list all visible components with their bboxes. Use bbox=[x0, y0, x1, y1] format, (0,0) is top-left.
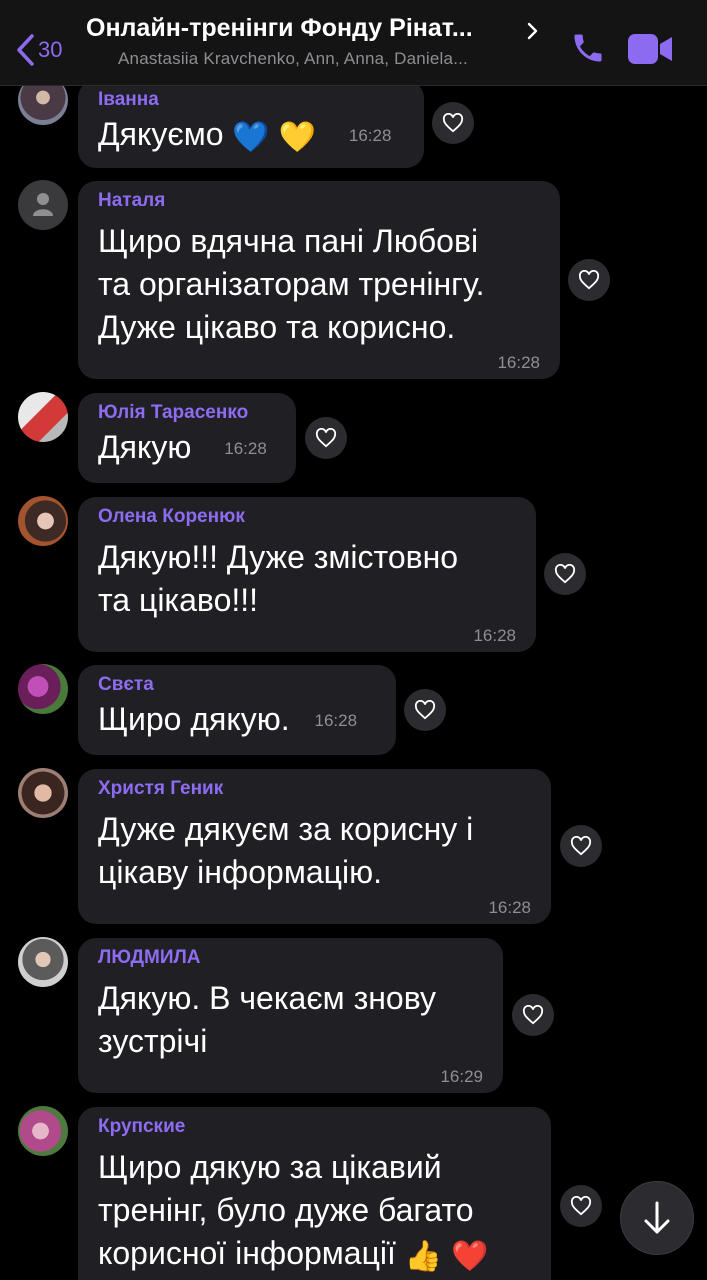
message-time: 16:28 bbox=[497, 353, 540, 372]
message-text-line: та організаторам тренінгу. bbox=[98, 266, 485, 302]
sender-name: ЛЮДМИЛА bbox=[98, 947, 201, 968]
default-avatar-icon bbox=[33, 193, 53, 216]
avatar[interactable] bbox=[18, 392, 68, 442]
like-button[interactable] bbox=[568, 259, 610, 301]
message-text-content: Щиро дякую. bbox=[98, 701, 290, 737]
message-time: 16:28 bbox=[488, 898, 531, 917]
message-text: Дякую 16:28 bbox=[98, 426, 276, 470]
sender-name: Крупские bbox=[98, 1116, 186, 1137]
avatar[interactable] bbox=[18, 496, 68, 546]
heart-icon bbox=[315, 428, 337, 448]
like-button[interactable] bbox=[305, 417, 347, 459]
chevron-right-icon bbox=[527, 22, 538, 40]
like-button[interactable] bbox=[512, 994, 554, 1036]
yellow-heart-emoji: 💛 bbox=[278, 121, 316, 154]
call-button[interactable] bbox=[570, 30, 606, 71]
heart-icon bbox=[554, 564, 576, 584]
sender-name: Христя Геник bbox=[98, 778, 224, 799]
chat-screen: 30 Онлайн-тренінги Фонду Рінат... Anasta… bbox=[0, 0, 707, 1280]
message-text-line: та цікаво!!! bbox=[98, 582, 259, 618]
heart-icon bbox=[570, 836, 592, 856]
message-text-content: корисної інформації bbox=[98, 1235, 396, 1271]
arrow-down-icon bbox=[644, 1201, 670, 1234]
avatar[interactable] bbox=[18, 180, 68, 230]
video-camera-icon bbox=[628, 34, 672, 64]
message-bubble[interactable]: Свєта Щиро дякую. 16:28 bbox=[78, 665, 396, 755]
chat-info[interactable]: Онлайн-тренінги Фонду Рінат... Anastasii… bbox=[86, 14, 538, 69]
message-text-line: цікаву інформацію. bbox=[98, 854, 382, 890]
like-button[interactable] bbox=[432, 102, 474, 144]
like-button[interactable] bbox=[560, 825, 602, 867]
chat-title: Онлайн-тренінги Фонду Рінат... bbox=[86, 14, 473, 42]
message-bubble[interactable]: Іванна Дякуємо 💙 💛 16:28 bbox=[78, 80, 424, 168]
message-text-line: зустрічі bbox=[98, 1023, 208, 1059]
message-bubble[interactable]: Наталя Щиро вдячна пані Любові та органі… bbox=[78, 181, 560, 379]
heart-icon bbox=[570, 1196, 592, 1216]
message-bubble[interactable]: Крупские Щиро дякую за цікавий тренінг, … bbox=[78, 1107, 551, 1280]
message-bubble[interactable]: Христя Геник Дуже дякуєм за корисну і ці… bbox=[78, 769, 551, 924]
message-text: Дякуємо 💙 💛 16:28 bbox=[98, 113, 404, 157]
message-text: Щиро дякую. 16:28 bbox=[98, 698, 376, 742]
like-button[interactable] bbox=[404, 689, 446, 731]
message-time: 16:28 bbox=[348, 126, 392, 145]
message-text-line: Дуже дякуєм за корисну і bbox=[98, 811, 474, 847]
sender-name: Наталя bbox=[98, 190, 166, 211]
like-button[interactable] bbox=[544, 553, 586, 595]
message-text-line: Щиро вдячна пані Любові bbox=[98, 223, 479, 259]
heart-icon bbox=[522, 1005, 544, 1025]
unread-count: 30 bbox=[38, 37, 63, 62]
avatar[interactable] bbox=[18, 937, 68, 987]
avatar[interactable] bbox=[18, 1106, 68, 1156]
thumbs-up-emoji: 👍 bbox=[404, 1240, 443, 1273]
message-text-line: Дякую!!! Дуже змістовно bbox=[98, 539, 459, 575]
back-button[interactable]: 30 bbox=[14, 30, 62, 70]
avatar[interactable] bbox=[18, 664, 68, 714]
heart-icon bbox=[414, 700, 436, 720]
message-bubble[interactable]: ЛЮДМИЛА Дякую. В чекаєм знову зустрічі 1… bbox=[78, 938, 503, 1093]
message-time: 16:28 bbox=[314, 711, 358, 730]
red-heart-emoji: ❤️ bbox=[451, 1240, 489, 1273]
message-text-line: Дякую. В чекаєм знову bbox=[98, 980, 436, 1016]
message-text-line: тренінг, було дуже багато bbox=[98, 1192, 474, 1228]
avatar[interactable] bbox=[18, 768, 68, 818]
sender-name: Олена Коренюк bbox=[98, 506, 245, 527]
message-time: 16:28 bbox=[224, 439, 267, 458]
sender-name: Іванна bbox=[98, 89, 159, 110]
phone-icon bbox=[574, 34, 602, 62]
message-text-line: корисної інформації 👍 ❤️ bbox=[98, 1232, 531, 1275]
heart-icon bbox=[578, 270, 600, 290]
chat-participants: Anastasiia Kravchenko, Ann, Anna, Daniel… bbox=[118, 49, 468, 68]
sender-name: Свєта bbox=[98, 674, 154, 695]
video-call-button[interactable] bbox=[626, 30, 674, 73]
message-text-line: Дуже цікаво та корисно. bbox=[98, 309, 456, 345]
message-bubble[interactable]: Олена Коренюк Дякую!!! Дуже змістовно та… bbox=[78, 497, 536, 652]
scroll-to-bottom-button[interactable] bbox=[620, 1181, 694, 1255]
message-text-content: Дякую bbox=[98, 429, 192, 465]
chat-header: 30 Онлайн-тренінги Фонду Рінат... Anasta… bbox=[0, 0, 707, 86]
message-bubble[interactable]: Юлія Тарасенко Дякую 16:28 bbox=[78, 393, 296, 483]
sender-name: Юлія Тарасенко bbox=[98, 402, 249, 423]
heart-icon bbox=[442, 113, 464, 133]
message-text-content: Дякуємо bbox=[98, 116, 224, 152]
message-time: 16:29 bbox=[440, 1067, 483, 1086]
blue-heart-emoji: 💙 bbox=[232, 121, 270, 154]
message-text-line: Щиро дякую за цікавий bbox=[98, 1149, 442, 1185]
chevron-left-icon bbox=[17, 34, 34, 66]
like-button[interactable] bbox=[560, 1185, 602, 1227]
message-time: 16:28 bbox=[473, 626, 516, 645]
